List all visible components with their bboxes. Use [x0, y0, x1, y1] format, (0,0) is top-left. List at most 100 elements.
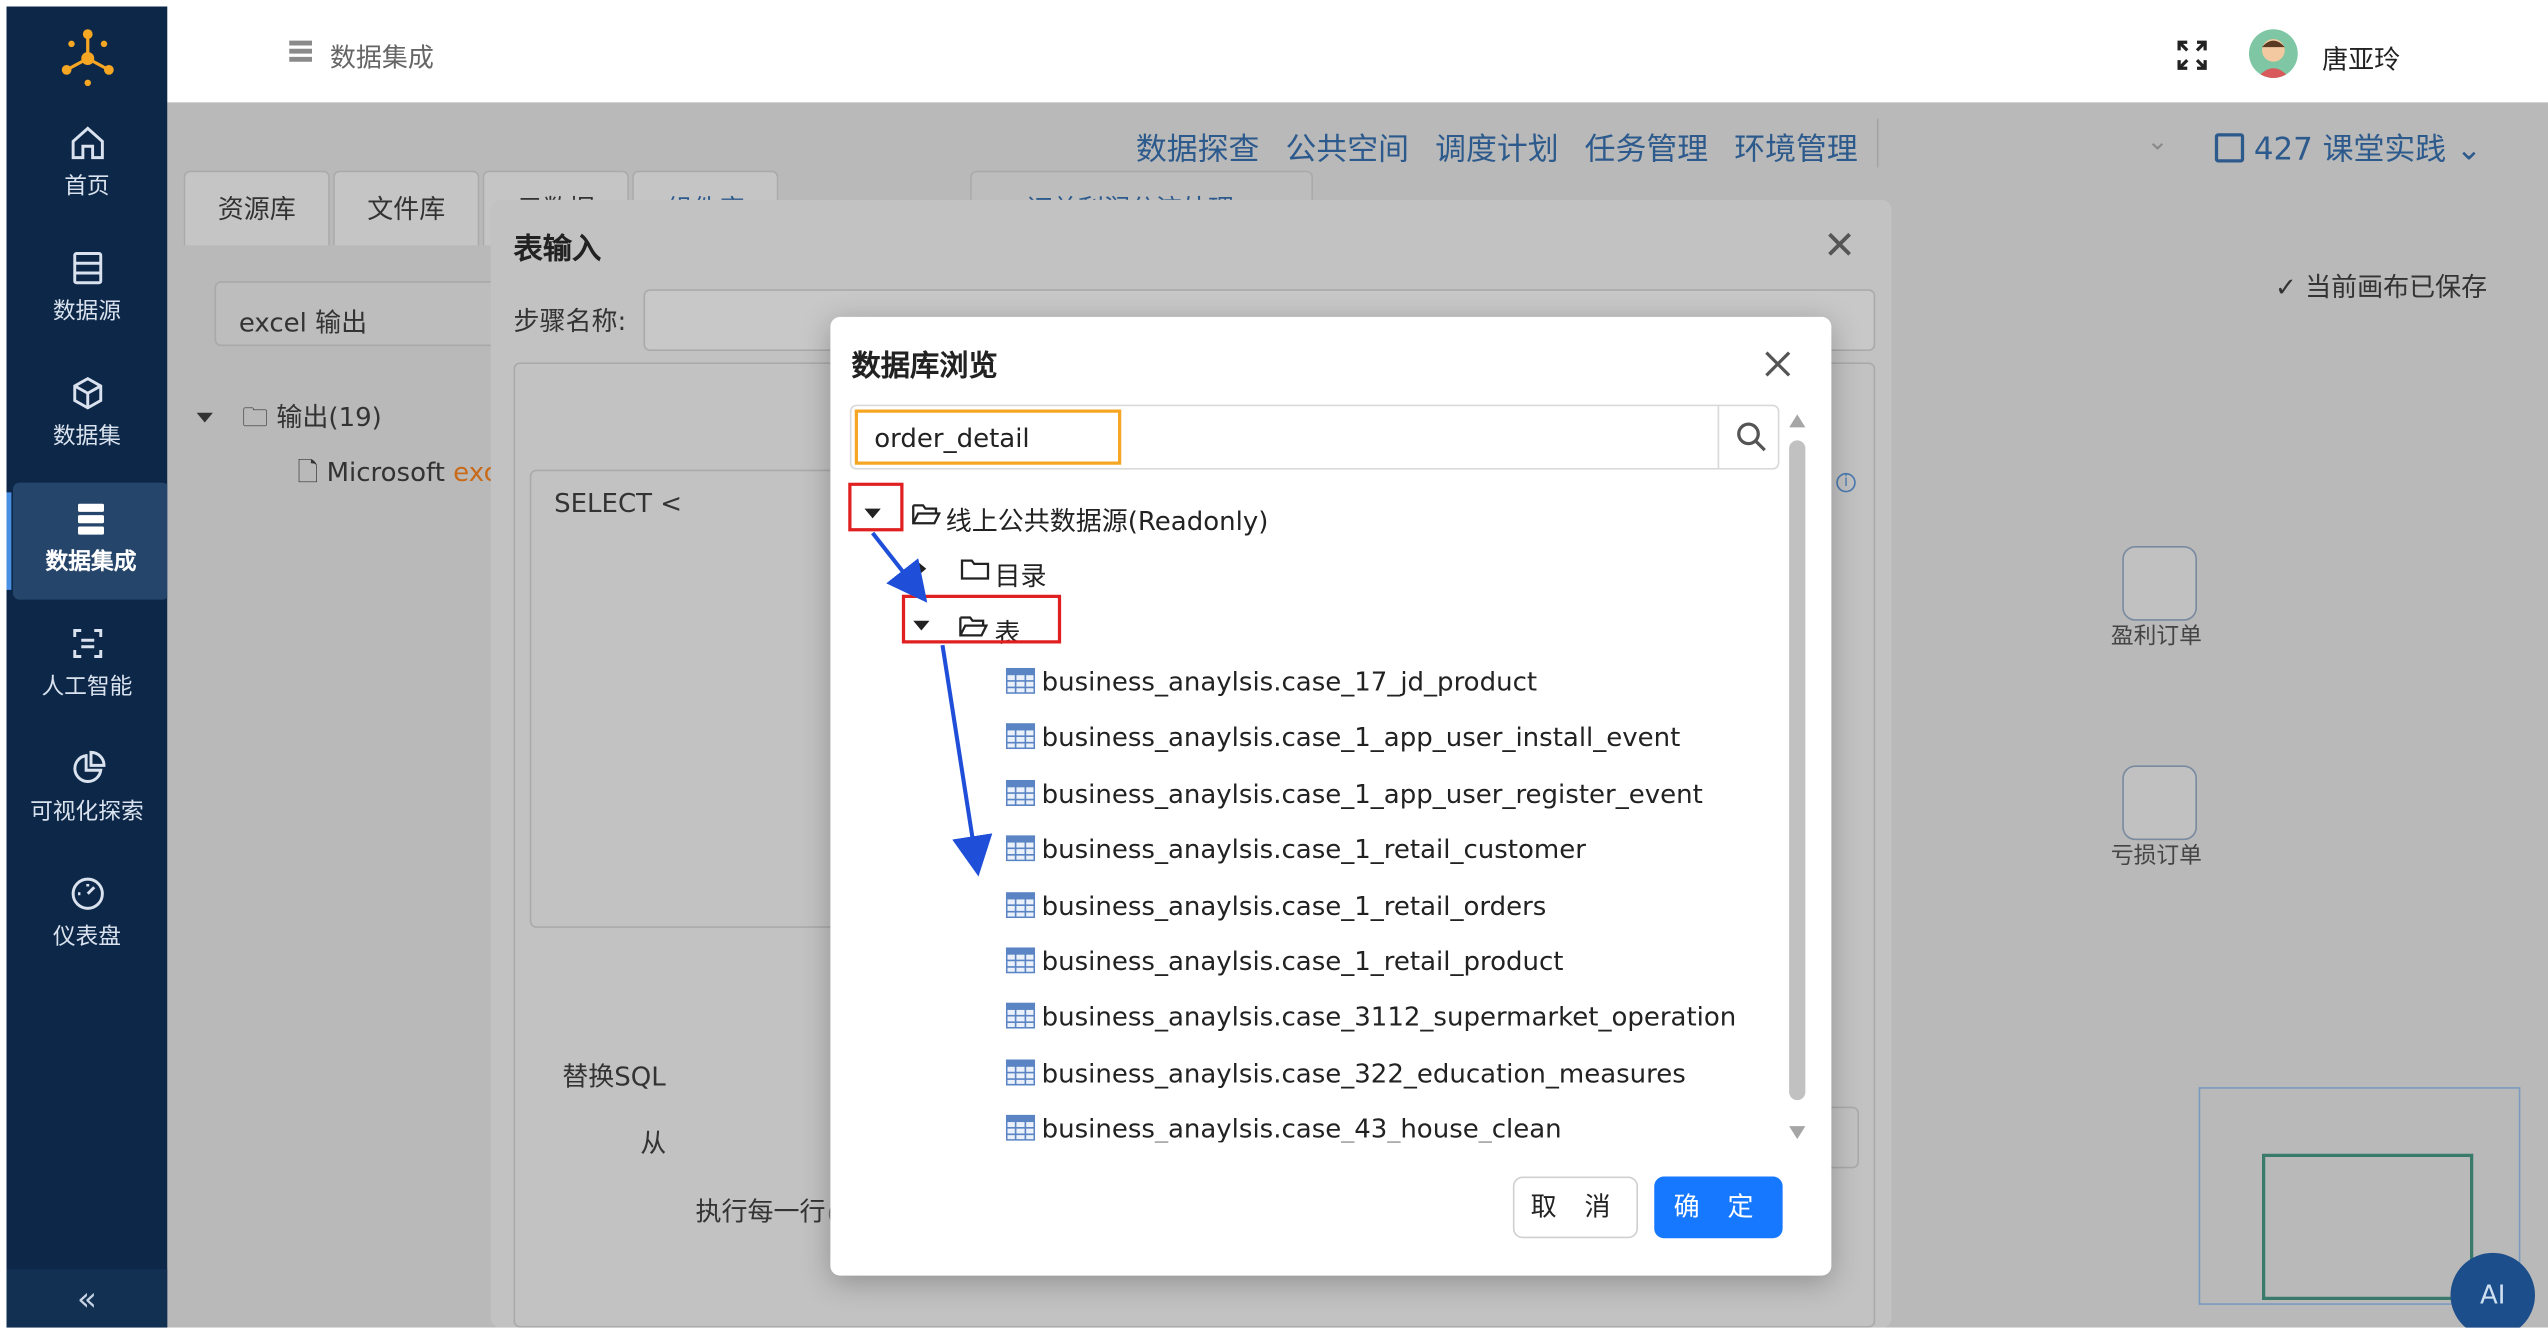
table-icon	[1005, 1115, 1036, 1142]
ai-assistant-button[interactable]: AI	[2450, 1252, 2535, 1328]
highlight-root-caret	[848, 482, 904, 532]
table-icon	[1005, 779, 1036, 806]
sidebar-collapse-button[interactable]: «	[6, 1269, 168, 1328]
search-button[interactable]	[1717, 406, 1781, 468]
table-icon	[1005, 667, 1036, 694]
topnav-env[interactable]: 环境管理	[1734, 132, 1858, 168]
tree-root-label: 线上公共数据源(Readonly)	[945, 505, 1269, 537]
sidebar-item-ai[interactable]: 人工智能	[7, 608, 168, 725]
table-item[interactable]: business_anaylsis.case_1_retail_product	[847, 936, 1757, 985]
gauge-icon	[70, 877, 104, 910]
tab-repository[interactable]: 资源库	[183, 170, 330, 246]
node-profit-label: 盈利订单	[2110, 624, 2202, 650]
topnav-tasks[interactable]: 任务管理	[1585, 132, 1709, 168]
table-icon	[1005, 891, 1036, 918]
sidebar-item-datasource[interactable]: 数据源	[7, 232, 168, 349]
table-icon	[1005, 835, 1036, 862]
table-name: business_anaylsis.case_1_retail_product	[1041, 945, 1564, 977]
info-icon[interactable]: i	[1836, 472, 1856, 493]
sidebar-item-label: 可视化探索	[30, 799, 144, 826]
sidebar-item-home[interactable]: 首页	[7, 107, 168, 224]
table-name: business_anaylsis.case_1_app_user_instal…	[1041, 722, 1681, 754]
app-logo[interactable]	[55, 26, 120, 91]
table-icon	[1005, 947, 1036, 974]
sidebar-item-visual[interactable]: 可视化探索	[7, 733, 168, 850]
cancel-button[interactable]: 取 消	[1512, 1176, 1638, 1239]
top-header: 数据集成 唐亚玲	[167, 6, 2548, 103]
project-icon	[2214, 133, 2245, 163]
exec-each-row-text: 执行每一行	[695, 1196, 826, 1227]
db-browser-modal: 数据库浏览 线上公共数据源(Readonly) 目录	[830, 316, 1832, 1276]
fullscreen-icon[interactable]	[2176, 39, 2209, 72]
minimap-viewport[interactable]	[2262, 1153, 2474, 1300]
table-icon	[1005, 1059, 1036, 1086]
table-item[interactable]: business_anaylsis.case_43_house_clean	[847, 1104, 1757, 1143]
topnav-explore[interactable]: 数据探查	[1136, 132, 1260, 168]
node-loss-order[interactable]	[2122, 765, 2197, 841]
topnav-schedule[interactable]: 调度计划	[1435, 132, 1559, 168]
ai-scan-icon	[72, 629, 102, 658]
caret-down-icon[interactable]	[196, 412, 213, 423]
dataset-cube-icon	[72, 376, 102, 410]
sidebar: 首页 数据源 数据集 数据集成 人工智能 可视化探索 仪表盘 «	[6, 6, 169, 1328]
sidebar-item-label: 人工智能	[41, 674, 133, 701]
tree-leaf-prefix: Microsoft	[326, 456, 454, 488]
avatar[interactable]	[2249, 29, 2298, 78]
tree-catalog[interactable]: 目录	[847, 544, 1757, 593]
table-item[interactable]: business_anaylsis.case_1_retail_customer	[847, 824, 1757, 873]
confirm-button[interactable]: 确 定	[1654, 1176, 1783, 1239]
tree-folder-output[interactable]: 🗀 输出(19)	[196, 395, 382, 444]
tree-folder-label: 输出(19)	[276, 401, 382, 433]
table-name: business_anaylsis.case_17_jd_product	[1041, 666, 1538, 698]
folder-icon	[960, 559, 990, 580]
table-item[interactable]: business_anaylsis.case_1_retail_orders	[847, 880, 1757, 929]
scroll-up-arrow[interactable]	[1789, 414, 1806, 428]
search-box	[849, 404, 1781, 470]
check-circle-icon: ✓	[2275, 271, 2297, 303]
server-stack-icon	[78, 503, 104, 535]
table-name: business_anaylsis.case_1_retail_orders	[1041, 889, 1547, 921]
search-icon	[1737, 422, 1766, 452]
table-item[interactable]: business_anaylsis.case_322_education_mea…	[847, 1048, 1757, 1097]
sidebar-item-label: 数据源	[52, 299, 122, 325]
divider	[1876, 118, 1879, 168]
tab-files[interactable]: 文件库	[333, 170, 480, 246]
table-item[interactable]: business_anaylsis.case_17_jd_product	[847, 657, 1757, 706]
sidebar-item-dataset[interactable]: 数据集	[7, 358, 168, 475]
table-item[interactable]: business_anaylsis.case_1_app_user_regist…	[847, 768, 1757, 817]
close-icon[interactable]: ✕	[1823, 223, 1856, 269]
modal-title: 数据库浏览	[851, 349, 998, 384]
list-icon	[289, 40, 312, 62]
tree-root[interactable]: 线上公共数据源(Readonly)	[847, 489, 1757, 538]
saved-status-text: 当前画布已保存	[2305, 271, 2488, 303]
top-nav: 数据探查 公共空间 调度计划 任务管理 环境管理	[1136, 125, 1874, 169]
scrollbar-thumb[interactable]	[1789, 440, 1806, 1101]
sidebar-item-integration[interactable]: 数据集成	[6, 482, 169, 600]
table-name: business_anaylsis.case_43_house_clean	[1041, 1113, 1562, 1143]
chevron-down-icon[interactable]: ⌄	[2147, 125, 2169, 156]
close-icon[interactable]	[1758, 345, 1797, 384]
folder-icon: 🗀	[242, 401, 269, 433]
saved-status: ✓ 当前画布已保存	[2275, 265, 2487, 304]
home-icon	[70, 126, 104, 160]
sidebar-item-label: 仪表盘	[52, 924, 122, 951]
datasource-icon	[72, 252, 102, 285]
from-label: 从	[640, 1127, 667, 1159]
table-name: business_anaylsis.case_1_retail_customer	[1041, 833, 1586, 865]
dialog-title: 表输入	[513, 232, 602, 267]
node-loss-label: 亏损订单	[2110, 843, 2202, 870]
table-item[interactable]: business_anaylsis.case_1_app_user_instal…	[847, 712, 1757, 761]
topnav-public-space[interactable]: 公共空间	[1285, 132, 1409, 168]
tree-catalog-label: 目录	[994, 560, 1047, 592]
breadcrumb: 数据集成	[329, 42, 434, 74]
caret-right-icon[interactable]	[916, 560, 927, 577]
sidebar-item-dashboard[interactable]: 仪表盘	[7, 858, 168, 975]
search-input[interactable]	[854, 409, 1122, 465]
node-profit-order[interactable]	[2122, 546, 2197, 621]
table-item[interactable]: business_anaylsis.case_3112_supermarket_…	[847, 992, 1757, 1041]
table-icon	[1005, 1003, 1036, 1030]
scroll-down-arrow[interactable]	[1789, 1126, 1806, 1140]
project-selector[interactable]: 427 课堂实践 ⌄	[2214, 125, 2482, 169]
excel-file-icon: 🗋	[297, 456, 319, 488]
username[interactable]: 唐亚玲	[2322, 37, 2400, 76]
